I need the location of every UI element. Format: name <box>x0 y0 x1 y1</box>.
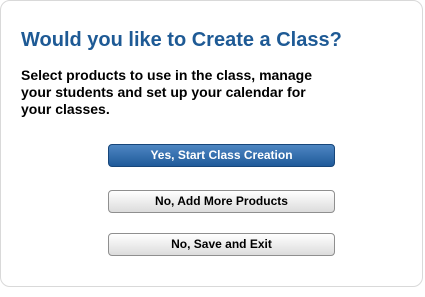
dialog-description: Select products to use in the class, man… <box>21 67 312 117</box>
create-class-dialog: Would you like to Create a Class? Select… <box>0 0 423 287</box>
save-and-exit-button[interactable]: No, Save and Exit <box>108 233 335 256</box>
start-class-creation-button[interactable]: Yes, Start Class Creation <box>108 144 335 167</box>
add-more-products-button[interactable]: No, Add More Products <box>108 190 335 213</box>
dialog-title: Would you like to Create a Class? <box>21 29 342 51</box>
